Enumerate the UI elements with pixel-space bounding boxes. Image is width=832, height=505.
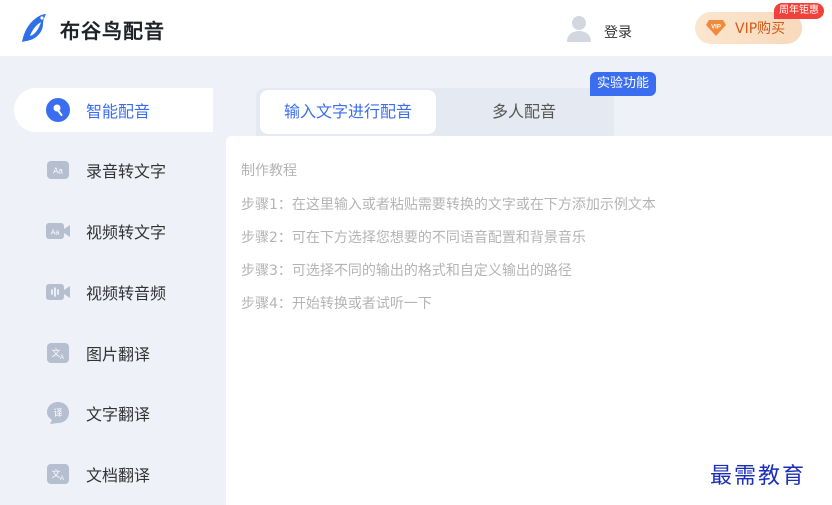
login-label: 登录	[604, 25, 632, 41]
watermark: 最需教育	[710, 464, 807, 489]
anniversary-promo-badge: 周年钜惠	[774, 3, 824, 19]
sidebar-item-image-translate[interactable]: 文 A 图片翻译	[14, 331, 213, 375]
sidebar-item-label: 图片翻译	[86, 345, 151, 364]
tutorial-step: 步骤2：可在下方选择您想要的不同语音配置和背景音乐	[241, 230, 586, 246]
experimental-badge: 实验功能	[590, 72, 657, 96]
mic-icon	[46, 98, 70, 122]
svg-text:Aa: Aa	[53, 167, 63, 176]
sidebar-item-label: 视频转音频	[86, 284, 167, 303]
sidebar-item-smart-dubbing[interactable]: 智能配音	[14, 88, 213, 132]
svg-text:VIP: VIP	[711, 25, 721, 31]
sidebar-item-text-translate[interactable]: 译 文字翻译	[14, 391, 213, 435]
login-button[interactable]: 登录	[566, 12, 632, 46]
svg-text:A: A	[60, 476, 64, 482]
vip-label: VIP购买	[735, 21, 786, 37]
sidebar-item-label: 录音转文字	[86, 162, 167, 181]
sidebar-item-video-to-audio[interactable]: 视频转音频	[14, 270, 213, 314]
sidebar-item-document-translate[interactable]: 文 A 文档翻译	[14, 452, 213, 496]
image-translate-icon: 文 A	[47, 343, 69, 363]
header: 布谷鸟配音 登录 VIP VIP购买 周年钜惠	[0, 0, 832, 56]
app-title: 布谷鸟配音	[60, 19, 165, 43]
bird-logo-icon	[22, 14, 46, 42]
audio-text-icon: Aa	[47, 161, 69, 179]
tab-text-dubbing[interactable]: 输入文字进行配音	[260, 90, 436, 134]
svg-text:Aa: Aa	[51, 230, 60, 237]
video-audio-icon	[46, 284, 70, 300]
tab-multi-voice[interactable]: 多人配音	[462, 90, 586, 134]
user-avatar-icon	[567, 16, 591, 42]
diamond-vip-icon: VIP	[706, 20, 726, 36]
doc-translate-icon: 文 A	[47, 464, 69, 484]
text-translate-icon: 译	[47, 402, 69, 424]
tutorial-step: 步骤4：开始转换或者试听一下	[241, 296, 432, 312]
sidebar-item-audio-to-text[interactable]: Aa 录音转文字	[14, 148, 213, 192]
main-panel: 输入文字进行配音 多人配音 实验功能 制作教程 步骤1：在这里输入或者粘贴需要转…	[226, 56, 832, 505]
svg-text:译: 译	[53, 408, 62, 419]
sidebar-item-label: 文字翻译	[86, 405, 151, 424]
tutorial-step: 步骤1：在这里输入或者粘贴需要转换的文字或在下方添加示例文本	[241, 197, 656, 213]
tutorial-step: 步骤3：可选择不同的输出的格式和自定义输出的路径	[241, 263, 572, 279]
sidebar-item-label: 文档翻译	[86, 466, 151, 485]
tutorial-title: 制作教程	[241, 163, 297, 179]
sidebar-item-label: 智能配音	[86, 102, 151, 121]
text-input-area[interactable]: 制作教程 步骤1：在这里输入或者粘贴需要转换的文字或在下方添加示例文本 步骤2：…	[226, 136, 832, 505]
svg-text:A: A	[60, 355, 64, 361]
sidebar-item-label: 视频转文字	[86, 223, 167, 242]
sidebar: 智能配音 Aa 录音转文字 Aa 视频转文字 视频转音频 文 A 图片翻译 译 …	[0, 56, 213, 505]
sidebar-item-video-to-text[interactable]: Aa 视频转文字	[14, 209, 213, 253]
video-text-icon: Aa	[46, 223, 70, 239]
